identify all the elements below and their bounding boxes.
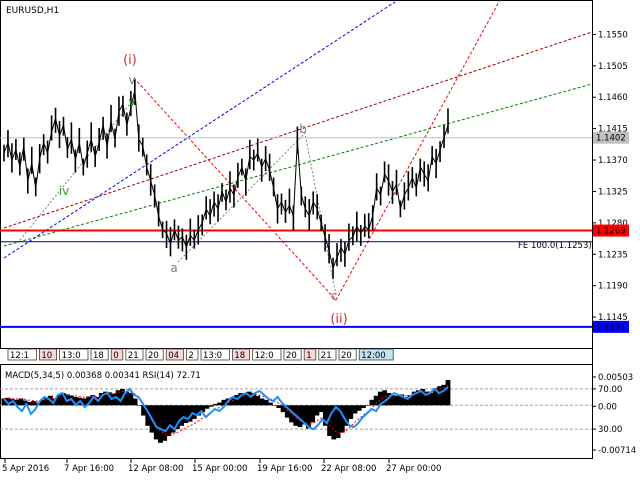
wave-label: iv xyxy=(59,184,69,198)
price-tick-label: 1.1370 xyxy=(598,156,628,166)
price-tick-label: 1.1505 xyxy=(598,62,628,72)
macd-histogram-bar xyxy=(183,405,189,424)
macd-histogram-bar xyxy=(234,395,239,406)
indicator-tick-label: 0.00 xyxy=(598,402,617,412)
macd-histogram-bar xyxy=(348,405,354,419)
macd-histogram-bar xyxy=(136,405,142,406)
macd-histogram-bar xyxy=(445,380,451,406)
period-chip-label: 18 xyxy=(93,351,104,361)
period-chip-label: 12:1 xyxy=(10,351,29,361)
price-axis-labels: 1.15501.15051.14601.14151.13701.13251.12… xyxy=(592,30,629,333)
macd-histogram-bar xyxy=(268,402,273,406)
time-tick-label: 7 Apr 16:00 xyxy=(64,464,114,474)
macd-histogram-bar xyxy=(259,398,265,406)
wave-label: (i) xyxy=(123,53,137,68)
indicator-tick-label: 30.00 xyxy=(598,425,622,435)
macd-histogram-bar xyxy=(297,405,303,428)
price-tick-label: 1.1550 xyxy=(598,30,628,40)
price-tick-label: 1.1460 xyxy=(598,93,628,103)
macd-histogram-bar xyxy=(369,399,375,406)
macd-histogram-bar xyxy=(356,405,362,411)
macd-rsi-label: MACD(5,34,5) 0.00368 0.00341 RSI(14) 72.… xyxy=(5,371,201,381)
period-separator-bar: 12:1 10 13:0 18 0 21 20 04 2 13:0 18 12:0 20 1 21 20 12:… xyxy=(7,348,394,361)
main-panel-frame xyxy=(0,0,593,349)
period-chip-label: 2 xyxy=(188,351,193,361)
macd-histogram-bar xyxy=(158,405,163,443)
chart-title: EURUSD,H1 xyxy=(6,6,59,16)
price-tick-label: 1.1235 xyxy=(598,250,628,260)
time-tick-label: 27 Apr 00:00 xyxy=(386,464,441,474)
wave-label: v xyxy=(128,95,135,109)
time-axis: 5 Apr 2016 7 Apr 16:00 12 Apr 08:00 15 Apr … xyxy=(2,459,441,474)
wave-count-line xyxy=(19,98,135,241)
price-marker-label: 1.1402 xyxy=(596,134,626,144)
macd-histogram-bar xyxy=(394,395,400,406)
macd-histogram-bar xyxy=(18,398,24,406)
macd-histogram-bar xyxy=(310,405,316,423)
macd-histogram-bar xyxy=(213,403,218,406)
period-chip-label: 1 xyxy=(306,351,311,361)
period-chip-label: 12:0 xyxy=(255,351,274,361)
period-chip-label: 12:00 xyxy=(361,351,386,361)
indicator-tick-label: 0.00503 xyxy=(598,373,633,383)
time-tick-label: 19 Apr 16:00 xyxy=(257,464,312,474)
indicator-tick-label: -0.00714 xyxy=(598,446,636,456)
price-marker-label: 1.1131 xyxy=(596,323,626,333)
period-chip-label: 18 xyxy=(234,351,245,361)
time-tick-label: 15 Apr 00:00 xyxy=(192,464,247,474)
wave-label: v xyxy=(128,73,135,87)
wave-labels: (i) (ii) vv iv b a c xyxy=(59,53,348,327)
fe-level-label: FE 100.0(1.1253) xyxy=(518,241,592,251)
wave-label: (ii) xyxy=(330,312,347,327)
blue-trendline xyxy=(3,1,396,259)
price-tick-label: 1.1325 xyxy=(598,187,628,197)
macd-histogram-bar xyxy=(361,405,366,409)
macd-histogram-bar xyxy=(255,395,261,406)
price-tick-label: 1.1190 xyxy=(598,282,628,292)
green-channel-line xyxy=(3,83,593,247)
time-tick-label: 12 Apr 08:00 xyxy=(128,464,183,474)
macd-histogram-bar xyxy=(217,402,223,406)
macd-histogram-bar xyxy=(128,393,134,406)
macd-histogram-bar xyxy=(263,399,269,406)
macd-histogram-bar xyxy=(179,405,184,426)
macd-histogram-bar xyxy=(162,405,168,441)
period-chip-label: 20 xyxy=(286,351,297,361)
period-chip-label: 0 xyxy=(113,351,118,361)
time-tick-label: 5 Apr 2016 xyxy=(2,464,49,474)
period-chip-label: 13:0 xyxy=(203,351,222,361)
wave-label: b xyxy=(299,122,307,136)
time-tick-label: 22 Apr 08:00 xyxy=(321,464,376,474)
macd-histogram-bar xyxy=(365,405,371,406)
period-chip-label: 21 xyxy=(128,351,139,361)
macd-histogram-bar xyxy=(31,401,36,406)
eurusd-chart: EURUSD,H1 (i) (ii) vv iv b a c 1.1550 1.1505 1.1… xyxy=(0,0,636,474)
macd-histogram-bar xyxy=(428,393,434,406)
macd-histogram-bar xyxy=(204,405,210,409)
macd-histogram-bar xyxy=(208,405,214,407)
macd-histogram-bar xyxy=(352,405,358,414)
macd-histogram-bar xyxy=(314,405,320,416)
macd-histogram-bar xyxy=(132,398,138,406)
macd-histogram-bar xyxy=(166,405,172,436)
period-chip-label: 10 xyxy=(41,351,52,361)
indicator-tick-label: 70.00 xyxy=(598,385,622,395)
period-chip-label: 20 xyxy=(341,351,352,361)
macd-histogram-bar xyxy=(318,405,324,413)
wave-ii-fib-line xyxy=(133,0,501,301)
period-chip-label: 20 xyxy=(148,351,159,361)
macd-histogram-bar xyxy=(272,405,278,406)
wave-label: c xyxy=(331,289,338,303)
price-marker-label: 1.1269 xyxy=(596,227,626,237)
macd-rsi-panel: 0.00503 70.00 0.00 30.00 -0.00714 xyxy=(0,373,636,456)
period-chip-label: 21 xyxy=(321,351,332,361)
period-chip-label: 13:0 xyxy=(62,351,81,361)
wave-label: a xyxy=(170,261,177,275)
period-chip-label: 04 xyxy=(168,351,179,361)
macd-histogram-bar xyxy=(276,405,282,409)
